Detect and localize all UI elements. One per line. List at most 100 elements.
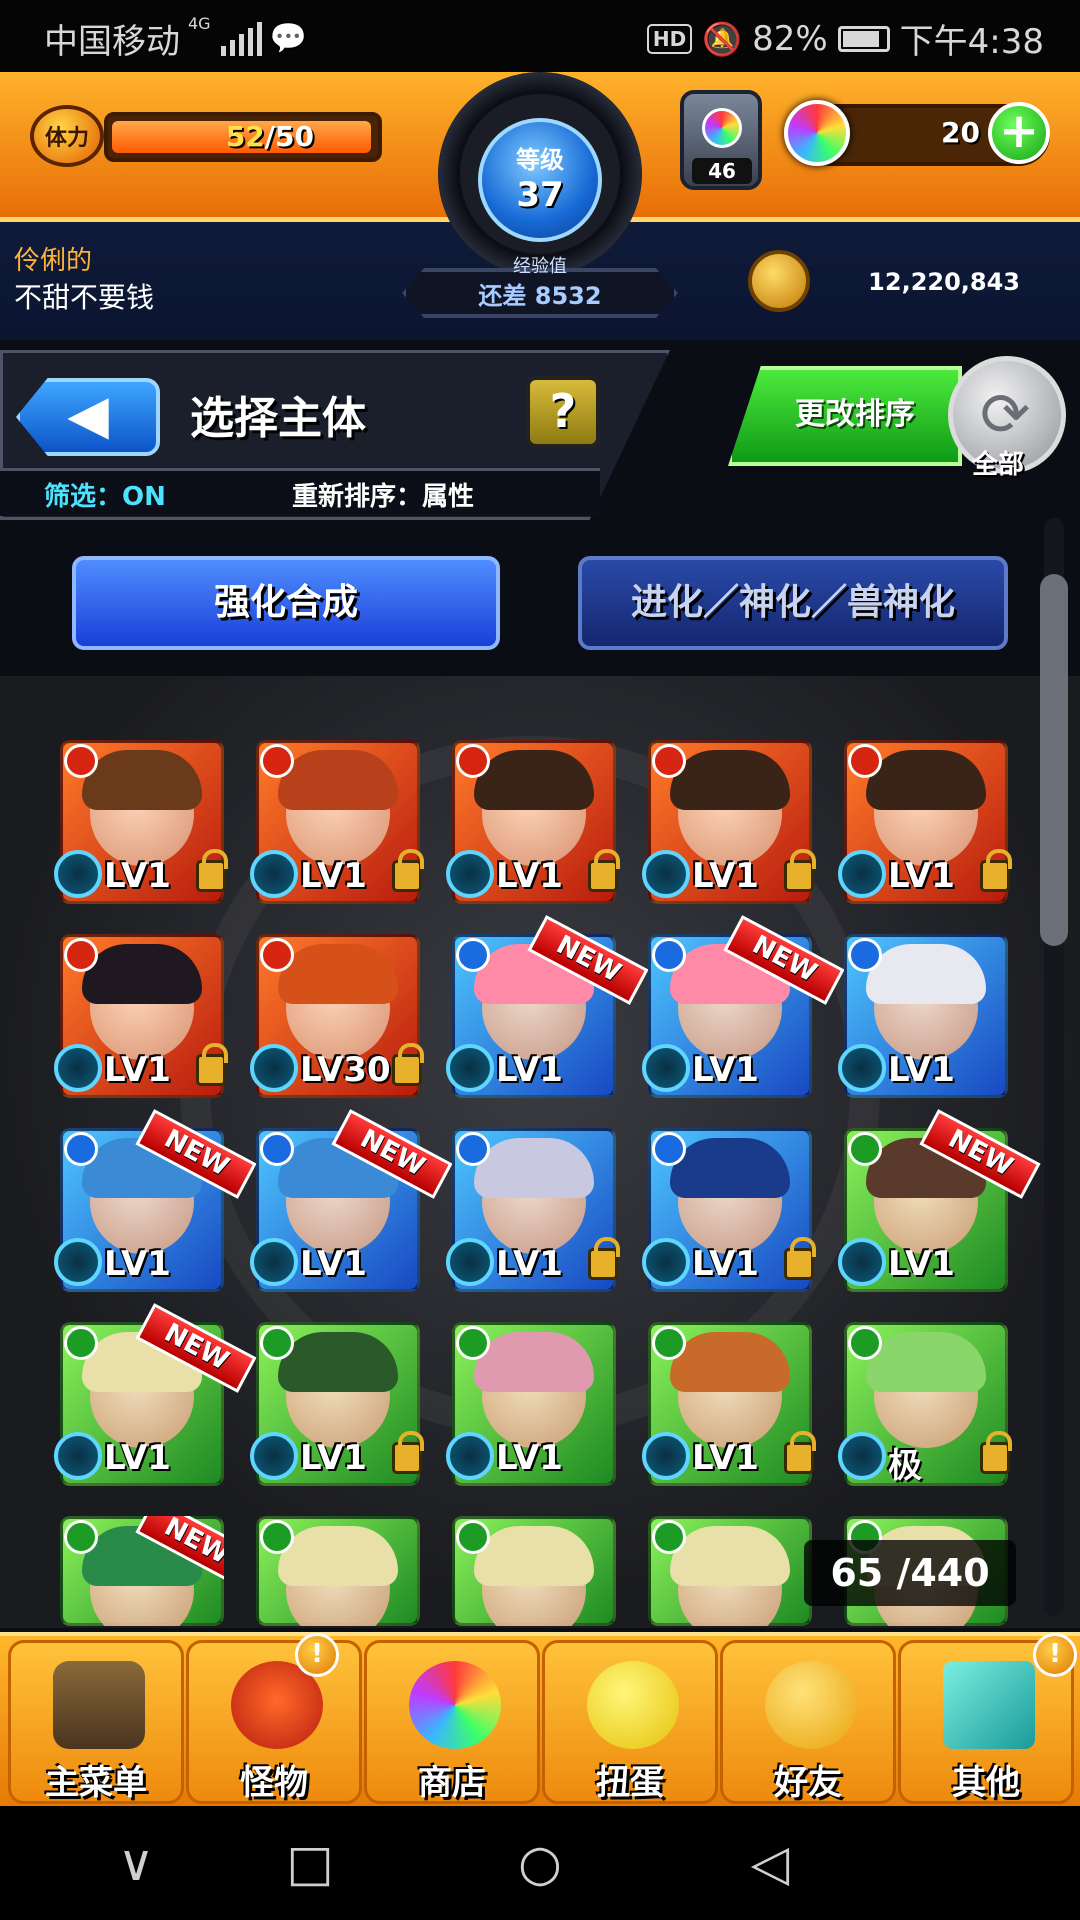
monster-card[interactable]: LV1 — [446, 1322, 616, 1486]
buy-orb-button[interactable]: + — [988, 102, 1050, 164]
battery-label: 82% — [752, 18, 828, 59]
level-label: LV1 — [300, 1244, 367, 1284]
level-label: LV30 — [300, 1050, 391, 1090]
monster-card[interactable]: LV1 — [838, 740, 1012, 904]
monster-card[interactable]: LV1 NEW — [250, 1109, 453, 1292]
level-label: LV1 — [496, 1050, 563, 1090]
monster-card[interactable]: LV1 NEW — [54, 1109, 257, 1292]
monster-card[interactable]: LV1 — [54, 934, 228, 1098]
player-title: 伶俐的 — [14, 246, 93, 276]
monster-card[interactable]: LV1 NEW — [54, 1303, 257, 1486]
attribute-icon — [652, 1520, 686, 1554]
level-badge[interactable]: 等级 37 — [478, 118, 602, 242]
change-sort-button[interactable]: 更改排序 — [728, 366, 962, 466]
monster-hair — [474, 1332, 594, 1392]
monster-card[interactable] — [648, 1516, 812, 1626]
monster-card[interactable]: LV1 — [250, 1322, 424, 1486]
lock-icon — [784, 849, 816, 892]
stamina-max: /50 — [264, 120, 314, 153]
nav-item[interactable]: 其他! — [898, 1633, 1077, 1804]
help-button[interactable]: ? — [526, 376, 600, 448]
monster-hair — [278, 944, 398, 1004]
monster-card[interactable]: LV1 — [642, 1322, 816, 1486]
chat-icon: 💬 — [269, 21, 307, 56]
nav-item[interactable]: 怪物! — [186, 1633, 362, 1804]
monster-hair — [670, 750, 790, 810]
nav-label: 好友 — [774, 1763, 842, 1803]
refresh-icon: ⟳ — [980, 380, 1031, 450]
nav-item[interactable]: 扭蛋 — [542, 1640, 718, 1804]
monster-card[interactable]: LV1 — [838, 934, 1008, 1098]
top-hud: 体力 52/50 等级 37 经验值 还差 8532 46 20 + 伶俐的 不… — [0, 72, 1080, 340]
attribute-icon — [260, 744, 294, 778]
monster-card[interactable] — [452, 1516, 616, 1626]
attribute-icon — [652, 1326, 686, 1360]
system-nav: ∨ □ ○ ◁ — [0, 1806, 1080, 1920]
sphere-icon — [642, 1044, 690, 1092]
home-button[interactable]: ○ — [500, 1826, 580, 1900]
attribute-icon — [456, 938, 490, 972]
lock-icon — [784, 1431, 816, 1474]
sort-label[interactable]: 重新排序：属性 — [292, 476, 474, 513]
monster-card[interactable]: 极 — [838, 1322, 1012, 1486]
monster-hair — [866, 944, 986, 1004]
attribute-icon — [652, 744, 686, 778]
gold-amount: 12,220,843 — [868, 268, 1020, 296]
monster-card[interactable]: LV1 — [642, 1128, 816, 1292]
lock-icon — [392, 1043, 424, 1086]
monster-card[interactable]: LV1 NEW — [642, 915, 845, 1098]
level-label: LV1 — [888, 1244, 955, 1284]
lock-icon — [196, 849, 228, 892]
status-bar: 中国移动 4G 💬 HD 🔕 82% 下午4:38 — [0, 0, 1080, 72]
stamina-current: 52 — [225, 120, 265, 153]
back-system-button[interactable]: ◁ — [730, 1826, 810, 1900]
nav-item[interactable]: 商店 — [364, 1640, 540, 1804]
nav-item[interactable]: 主菜单 — [8, 1640, 184, 1804]
recent-apps-button[interactable]: □ — [270, 1826, 350, 1900]
filter-toggle[interactable]: 筛选：ON — [44, 476, 166, 513]
sphere-icon — [642, 1432, 690, 1480]
level-label: LV1 — [300, 856, 367, 896]
attribute-icon — [64, 744, 98, 778]
question-block-icon — [943, 1661, 1035, 1749]
monster-card[interactable]: LV1 — [250, 740, 424, 904]
scrollbar-thumb[interactable] — [1040, 574, 1068, 946]
tab-enhance[interactable]: 强化合成 — [72, 556, 500, 650]
level-label: LV1 — [104, 1050, 171, 1090]
attribute-icon — [848, 1132, 882, 1166]
monster-card[interactable]: LV1 — [446, 1128, 620, 1292]
level-label: LV1 — [300, 1438, 367, 1478]
nav-label: 其他 — [952, 1763, 1020, 1803]
monster-card[interactable]: LV1 NEW — [838, 1109, 1041, 1292]
lock-icon — [392, 849, 424, 892]
monster-card[interactable]: LV30 — [250, 934, 424, 1098]
nav-item[interactable]: 好友 — [720, 1640, 896, 1804]
nav-label: 商店 — [418, 1763, 486, 1803]
monster-card[interactable]: LV1 — [642, 740, 816, 904]
tab-evolve[interactable]: 进化／神化／兽神化 — [578, 556, 1008, 650]
monster-card[interactable]: NEW — [60, 1516, 224, 1626]
monster-card[interactable] — [256, 1516, 420, 1626]
exp-remaining: 还差 8532 — [478, 282, 602, 310]
monster-card[interactable]: LV1 — [446, 740, 620, 904]
hide-nav-button[interactable]: ∨ — [96, 1826, 176, 1900]
monster-hair — [82, 750, 202, 810]
signal-icon — [220, 21, 262, 56]
lock-icon — [980, 849, 1012, 892]
monster-card[interactable]: LV1 NEW — [446, 915, 649, 1098]
sub-header: ◀ 选择主体 ? 筛选：ON 重新排序：属性 更改排序 ⟳ 全部 — [0, 350, 1080, 530]
level-label: LV1 — [496, 1244, 563, 1284]
egg-icon — [587, 1661, 679, 1749]
monster-hair — [474, 750, 594, 810]
gem-box[interactable]: 46 — [680, 90, 762, 190]
monster-hair — [474, 1526, 594, 1586]
level-label: 极 — [888, 1446, 922, 1486]
lock-icon — [392, 1431, 424, 1474]
attribute-icon — [260, 1326, 294, 1360]
level-label: LV1 — [104, 1244, 171, 1284]
all-label: 全部 — [972, 450, 1025, 480]
box-count: 65 /440 — [804, 1540, 1016, 1606]
monster-card[interactable]: LV1 — [54, 740, 228, 904]
sphere-icon — [250, 850, 298, 898]
monster-hair — [866, 750, 986, 810]
